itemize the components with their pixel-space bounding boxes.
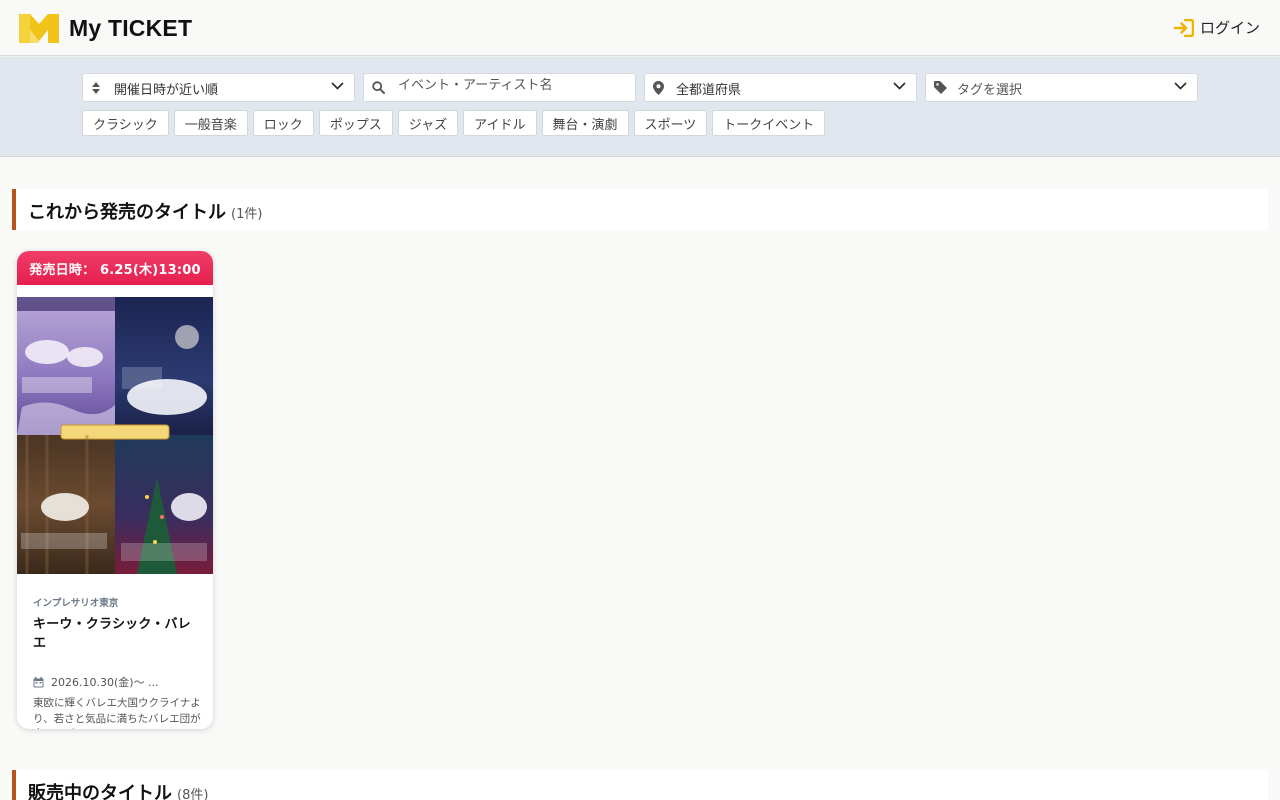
sale-date-badge: 発売日時： 6.25(木)13:00 (17, 251, 213, 285)
section-title: これから発売のタイトル (1件) (28, 198, 262, 224)
event-title: キーウ・クラシック・バレエ (33, 617, 191, 651)
section-title: 販売中のタイトル (8件) (28, 779, 208, 800)
event-date-row: 2026.10.30(金)〜 ... (33, 674, 201, 690)
genre-tag-list: クラシック 一般音楽 ロック ポップス ジャズ アイドル 舞台・演劇 スポーツ … (82, 110, 826, 136)
tag-rock[interactable]: ロック (252, 110, 314, 136)
tag-classic[interactable]: クラシック (82, 110, 169, 136)
prefecture-select[interactable]: 全都道府県 (644, 73, 917, 102)
sort-icon (92, 82, 100, 94)
chevron-down-icon (893, 82, 906, 90)
login-label: ログイン (1199, 19, 1260, 37)
logo-icon[interactable] (19, 14, 59, 43)
tag-pops[interactable]: ポップス (318, 110, 393, 136)
tag-stage[interactable]: 舞台・演劇 (541, 110, 629, 136)
map-pin-icon (653, 81, 664, 95)
section-upcoming: これから発売のタイトル (1件) (12, 189, 1268, 230)
tag-icon (934, 81, 947, 94)
search-icon (372, 81, 385, 94)
search-field[interactable] (363, 73, 636, 102)
chevron-down-icon (331, 82, 344, 90)
section-title-text: 販売中のタイトル (28, 783, 172, 800)
tag-select[interactable]: タグを選択 (925, 73, 1198, 102)
sort-select[interactable]: 開催日時が近い順 (82, 73, 355, 102)
tag-select-placeholder: タグを選択 (957, 83, 1023, 98)
tag-jazz[interactable]: ジャズ (397, 110, 459, 136)
event-card[interactable]: 発売日時： 6.25(木)13:00 インプレサリオ東京 キーウ・クラシック・バ… (17, 251, 213, 729)
login-icon (1173, 18, 1194, 37)
event-date: 2026.10.30(金)〜 ... (51, 676, 159, 689)
prefecture-value: 全都道府県 (676, 83, 742, 98)
calendar-icon (33, 676, 44, 687)
tag-talk-event[interactable]: トークイベント (712, 110, 826, 136)
event-card-body: インプレサリオ東京 キーウ・クラシック・バレエ 2026.10.30(金)〜 .… (33, 595, 201, 729)
login-button[interactable]: ログイン (1173, 17, 1260, 38)
search-input[interactable] (398, 78, 618, 93)
section-title-text: これから発売のタイトル (28, 202, 226, 223)
event-description: 東欧に輝くバレエ大国ウクライナより、若さと気品に満ちたバレエ団が来日！パリ、ロン… (33, 697, 201, 729)
chevron-down-icon (1174, 82, 1187, 90)
event-organizer: インプレサリオ東京 (33, 598, 119, 609)
section-count: (8件) (177, 788, 209, 800)
brand-name[interactable]: My TICKET (69, 15, 192, 42)
section-on-sale: 販売中のタイトル (8件) (12, 770, 1268, 800)
tag-sports[interactable]: スポーツ (633, 110, 708, 136)
tag-idol[interactable]: アイドル (463, 110, 537, 136)
section-count: (1件) (231, 207, 263, 222)
sort-value: 開催日時が近い順 (114, 83, 219, 98)
event-poster-image (17, 297, 213, 574)
tag-general-music[interactable]: 一般音楽 (173, 110, 248, 136)
filter-bar: 開催日時が近い順 全都道府県 タグを選択 クラシック 一 (0, 57, 1280, 157)
site-header: My TICKET ログイン (0, 0, 1280, 56)
